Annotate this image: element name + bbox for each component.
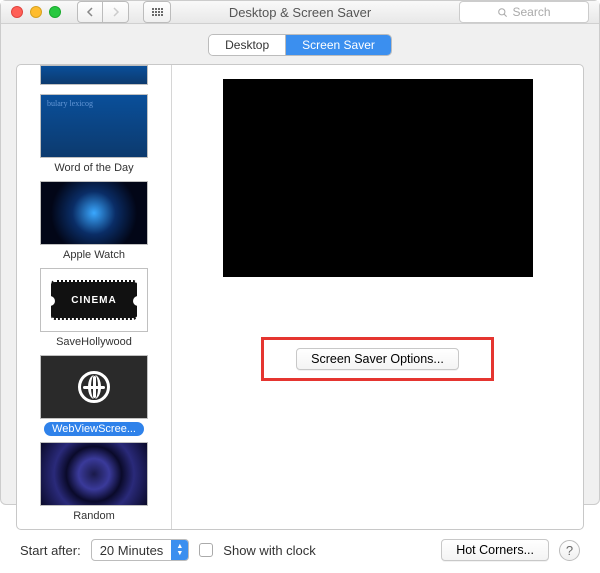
tab-screen-saver[interactable]: Screen Saver [286,35,391,55]
screensaver-thumb [40,65,148,85]
minimize-window-button[interactable] [30,6,42,18]
search-placeholder: Search [512,5,550,19]
screensaver-thumb: CINEMA [40,268,148,332]
nav-buttons [77,1,129,23]
show-all-button[interactable] [143,1,171,23]
stepper-arrows-icon: ▲▼ [171,540,188,560]
zoom-window-button[interactable] [49,6,61,18]
preview-pane: Screen Saver Options... [172,65,583,529]
preferences-window: Desktop & Screen Saver Search Desktop Sc… [0,0,600,505]
segmented-control: Desktop Screen Saver [208,34,392,56]
globe-icon [78,371,110,403]
tab-desktop[interactable]: Desktop [209,35,286,55]
screensaver-preview [223,79,533,277]
window-controls [11,6,61,18]
screensaver-label: Word of the Day [54,161,133,175]
search-field[interactable]: Search [459,1,589,23]
tab-bar: Desktop Screen Saver [16,34,584,56]
screensaver-thumb [40,442,148,506]
start-after-select[interactable]: 20 Minutes ▲▼ [91,539,190,561]
help-button[interactable]: ? [559,540,580,561]
show-with-clock-label: Show with clock [223,543,315,558]
screensaver-item-apple-watch[interactable]: Apple Watch [25,181,163,262]
screensaver-item-word-of-the-day[interactable]: Word of the Day [25,94,163,175]
hot-corners-button[interactable]: Hot Corners... [441,539,549,561]
screensaver-item-savehollywood[interactable]: CINEMA SaveHollywood [25,268,163,349]
close-window-button[interactable] [11,6,23,18]
screensaver-list[interactable]: Word of the Day Apple Watch CINEMA SaveH… [17,65,172,529]
cinema-ticket-icon: CINEMA [51,280,137,320]
forward-button[interactable] [103,1,129,23]
footer-controls: Start after: 20 Minutes ▲▼ Show with clo… [16,530,584,561]
chevron-left-icon [86,7,94,17]
screensaver-label: WebViewScree... [44,422,144,436]
content-panel: Word of the Day Apple Watch CINEMA SaveH… [16,64,584,530]
back-button[interactable] [77,1,103,23]
start-after-value: 20 Minutes [92,543,172,558]
screensaver-item[interactable] [25,71,163,88]
screensaver-label: SaveHollywood [56,335,132,349]
screensaver-label: Random [73,509,115,523]
window-body: Desktop Screen Saver Word of the Day App… [1,24,599,573]
screen-saver-options-button[interactable]: Screen Saver Options... [296,348,459,370]
screensaver-item-webviewscreensaver[interactable]: WebViewScree... [25,355,163,436]
screensaver-thumb [40,181,148,245]
grid-icon [152,8,163,16]
screensaver-label: Apple Watch [63,248,125,262]
titlebar: Desktop & Screen Saver Search [1,1,599,24]
show-with-clock-checkbox[interactable] [199,543,213,557]
screensaver-thumb [40,355,148,419]
screensaver-thumb [40,94,148,158]
search-icon [497,7,508,18]
chevron-right-icon [112,7,120,17]
start-after-label: Start after: [20,543,81,558]
highlight-annotation: Screen Saver Options... [261,337,494,381]
screensaver-item-random[interactable]: Random [25,442,163,523]
